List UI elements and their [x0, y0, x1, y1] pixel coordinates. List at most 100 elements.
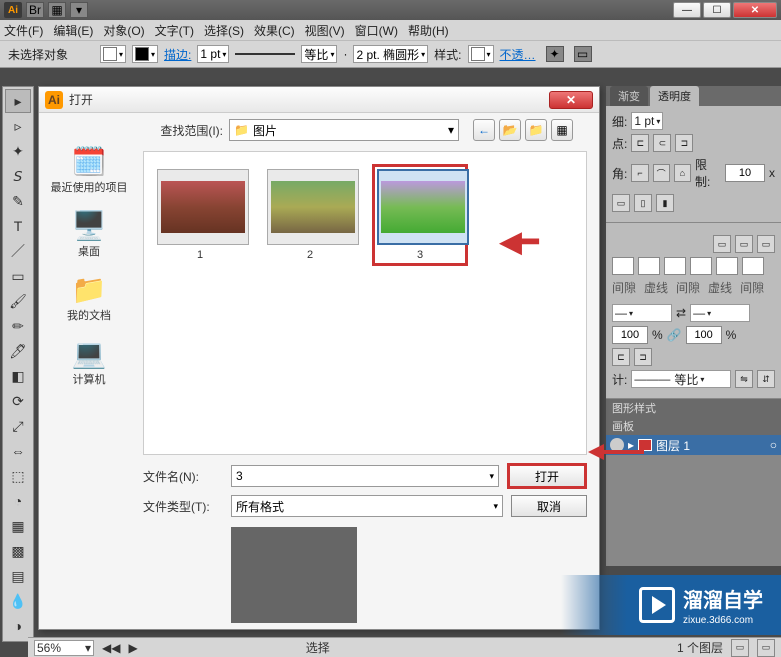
zoom-dropdown-icon[interactable]: ▾ [85, 641, 91, 655]
link-scale-icon[interactable]: 🔗 [667, 328, 682, 342]
brush-preview[interactable] [235, 53, 295, 55]
gradient-tool[interactable]: ▤ [5, 564, 31, 588]
menu-object[interactable]: 对象(O) [103, 22, 144, 39]
filetype-dropdown-icon[interactable]: ▾ [493, 501, 498, 512]
status-nav-left[interactable]: ◀◀ [102, 641, 120, 655]
cap-round-icon[interactable]: ⊂ [653, 134, 671, 152]
graphic-styles-header[interactable]: 图形样式 [606, 399, 781, 417]
shape-builder-tool[interactable]: ◔ [5, 489, 31, 513]
menu-view[interactable]: 视图(V) [305, 22, 345, 39]
transparency-tab[interactable]: 透明度 [650, 86, 699, 106]
new-folder-button[interactable]: 📁 [525, 119, 547, 141]
menu-type[interactable]: 文字(T) [155, 22, 194, 39]
prefs-icon[interactable]: ✦ [546, 46, 564, 62]
scale-start[interactable] [612, 326, 648, 344]
dialog-close-button[interactable]: ✕ [549, 91, 593, 109]
stroke-label[interactable]: 描边: [164, 46, 191, 63]
up-button[interactable]: 📂 [499, 119, 521, 141]
close-button[interactable]: ✕ [733, 2, 777, 18]
profile-combo[interactable]: ———等比▾ [631, 370, 731, 388]
corner-bevel-icon[interactable]: ⌂ [674, 164, 691, 182]
doc-setup-icon[interactable]: ▭ [574, 46, 592, 62]
swap-arrows-icon[interactable]: ⇄ [676, 306, 686, 320]
menu-window[interactable]: 窗口(W) [355, 22, 398, 39]
dash-opt-2[interactable]: ▭ [735, 235, 753, 253]
scale-tool[interactable]: ⤢ [5, 414, 31, 438]
fill-swatch[interactable]: ▾ [100, 45, 126, 63]
arrange-docs-icon[interactable]: ▦ [48, 2, 66, 18]
opacity-link[interactable]: 不透… [500, 46, 536, 63]
eyedropper-tool[interactable]: 💧 [5, 589, 31, 613]
lookin-combo[interactable]: 📁 图片 ▾ [229, 119, 459, 141]
corner-miter-icon[interactable]: ⌐ [631, 164, 648, 182]
pen-tool[interactable]: ✎ [5, 189, 31, 213]
open-button[interactable]: 打开 [507, 463, 587, 489]
zoom-combo[interactable]: 56% ▾ [34, 640, 94, 656]
minimize-button[interactable]: — [673, 2, 701, 18]
stroke-swatch[interactable]: ▾ [132, 45, 158, 63]
gap-3[interactable] [742, 257, 764, 275]
sidebar-item-computer[interactable]: 💻 计算机 [43, 337, 135, 387]
paintbrush-tool[interactable]: 🖌 [5, 289, 31, 313]
maximize-button[interactable]: ☐ [703, 2, 731, 18]
align-stroke-1[interactable]: ▭ [612, 194, 630, 212]
align-arrow-2[interactable]: ⊐ [634, 348, 652, 366]
filetype-combo[interactable]: 所有格式 ▾ [231, 495, 503, 517]
free-transform-tool[interactable]: ⬚ [5, 464, 31, 488]
file-item-1[interactable]: 1 [152, 164, 248, 266]
align-stroke-3[interactable]: ▮ [656, 194, 674, 212]
workspace-switcher[interactable]: ▾ [70, 2, 88, 18]
cancel-button[interactable]: 取消 [511, 495, 587, 517]
graphic-style[interactable]: ▾ [468, 45, 494, 63]
magic-wand-tool[interactable]: ✦ [5, 139, 31, 163]
rotate-tool[interactable]: ⟳ [5, 389, 31, 413]
status-icon-2[interactable]: ▭ [757, 639, 775, 657]
status-select[interactable]: 选择 [306, 639, 330, 656]
blob-brush-tool[interactable]: 🖊 [5, 339, 31, 363]
dialog-title-bar[interactable]: Ai 打开 ✕ [39, 87, 599, 113]
sidebar-item-recent[interactable]: 🗓️ 最近使用的项目 [43, 145, 135, 195]
align-stroke-2[interactable]: ▯ [634, 194, 652, 212]
gradient-tab[interactable]: 渐变 [610, 86, 648, 106]
rectangle-tool[interactable]: ▭ [5, 264, 31, 288]
artboards-header[interactable]: 画板 [606, 417, 781, 435]
width-tool[interactable]: ⇔ [5, 439, 31, 463]
gap-1[interactable] [638, 257, 660, 275]
sidebar-item-mydocs[interactable]: 📁 我的文档 [43, 273, 135, 323]
stroke-weight-input[interactable]: 1 pt▾ [197, 45, 229, 63]
menu-select[interactable]: 选择(S) [204, 22, 244, 39]
selection-tool[interactable]: ▸ [5, 89, 31, 113]
menu-help[interactable]: 帮助(H) [408, 22, 449, 39]
pencil-tool[interactable]: ✏ [5, 314, 31, 338]
brush-proportion[interactable]: 等比▾ [301, 45, 337, 63]
status-icon-1[interactable]: ▭ [731, 639, 749, 657]
file-item-2[interactable]: 2 [262, 164, 358, 266]
menu-effect[interactable]: 效果(C) [254, 22, 295, 39]
dash-1[interactable] [612, 257, 634, 275]
dash-opt-3[interactable]: ▭ [757, 235, 775, 253]
type-tool[interactable]: T [5, 214, 31, 238]
scale-end[interactable] [686, 326, 722, 344]
filename-combo[interactable]: 3 ▾ [231, 465, 499, 487]
perspective-tool[interactable]: ▦ [5, 514, 31, 538]
weight-input[interactable]: 1 pt▾ [631, 112, 663, 130]
sidebar-item-desktop[interactable]: 🖥️ 桌面 [43, 209, 135, 259]
back-button[interactable]: ← [473, 119, 495, 141]
flip-y-icon[interactable]: ⇵ [757, 370, 775, 388]
gap-2[interactable] [690, 257, 712, 275]
blend-tool[interactable]: ◑ [5, 614, 31, 638]
menu-edit[interactable]: 编辑(E) [53, 22, 93, 39]
target-icon[interactable]: ○ [770, 438, 777, 452]
mesh-tool[interactable]: ▩ [5, 539, 31, 563]
cap-butt-icon[interactable]: ⊏ [631, 134, 649, 152]
width-profile[interactable]: 2 pt. 椭圆形▾ [353, 45, 428, 63]
arrow-end[interactable]: —▾ [690, 304, 750, 322]
eraser-tool[interactable]: ◧ [5, 364, 31, 388]
lasso-tool[interactable]: 𝘚 [5, 164, 31, 188]
filename-dropdown-icon[interactable]: ▾ [489, 471, 494, 482]
dash-3[interactable] [716, 257, 738, 275]
arrow-start[interactable]: —▾ [612, 304, 672, 322]
flip-x-icon[interactable]: ⇋ [735, 370, 753, 388]
lookin-dropdown-icon[interactable]: ▾ [448, 123, 454, 137]
file-item-3[interactable]: 3 [372, 164, 468, 266]
